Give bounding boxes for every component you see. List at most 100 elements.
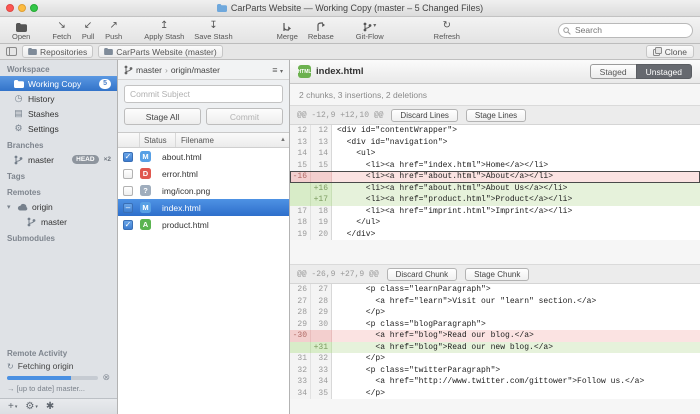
diff-line[interactable]: 19 20 </div>: [290, 229, 700, 241]
table-row[interactable]: – M index.html: [118, 199, 289, 216]
pull-label: Pull: [82, 32, 95, 41]
branch-bar[interactable]: master › origin/master ≡ ▾: [118, 60, 289, 80]
diff-line[interactable]: -30 <a href="blog">Read our blog.</a>: [290, 330, 700, 342]
diff-line[interactable]: 33 34 <a href="http://www.twitter.com/gi…: [290, 376, 700, 388]
discard-chunk-button[interactable]: Discard Chunk: [387, 268, 457, 281]
stage-lines-button[interactable]: Stage Lines: [466, 109, 526, 122]
diff-line[interactable]: 12 12 <div id="contentWrapper">: [290, 125, 700, 137]
stage-chunk-button[interactable]: Stage Chunk: [465, 268, 529, 281]
html-file-icon: HTML: [298, 65, 311, 78]
filename-column-header[interactable]: Filename ▲: [176, 133, 289, 147]
search-input[interactable]: [558, 23, 693, 38]
chevron-down-icon: ▾: [373, 20, 376, 32]
diff-line[interactable]: +17 <li><a href="product.html">Product</…: [290, 194, 700, 206]
sidebar-item-working-copy[interactable]: Working Copy 5: [0, 76, 117, 91]
table-row[interactable]: ? img/icon.png: [118, 182, 289, 199]
diff-line[interactable]: 26 27 <p class="learnParagraph">: [290, 284, 700, 296]
sidebar-item-remote-origin[interactable]: ▾ origin: [0, 199, 117, 214]
sidebar-item-settings[interactable]: ⚙ Settings: [0, 121, 117, 136]
file-checkbox[interactable]: –: [123, 203, 133, 213]
old-line-number: 17: [290, 206, 311, 218]
save-stash-icon: ↧: [209, 20, 217, 32]
branch-label: master: [28, 155, 54, 165]
list-menu-icon[interactable]: ≡ ▾: [272, 65, 283, 75]
table-row[interactable]: ✓ A product.html: [118, 216, 289, 233]
changed-files-badge: 5: [99, 79, 111, 89]
unstaged-tab[interactable]: Unstaged: [636, 64, 692, 79]
gitflow-button[interactable]: ▾ Git-Flow: [351, 17, 389, 43]
workspace-header: Workspace: [0, 60, 117, 76]
table-row[interactable]: D error.html: [118, 165, 289, 182]
merge-button[interactable]: Merge: [272, 17, 303, 43]
diff-line[interactable]: 32 33 <p class="twitterParagraph">: [290, 365, 700, 377]
actions-button[interactable]: ✱: [43, 401, 57, 412]
diff-line[interactable]: 27 28 <a href="learn">Visit our "learn" …: [290, 296, 700, 308]
save-stash-button[interactable]: ↧ Save Stash: [189, 17, 237, 43]
main-area: Workspace Working Copy 5 ◷ History ▤ Sta…: [0, 60, 700, 414]
pathbar: Repositories CarParts Website (master) C…: [0, 44, 700, 60]
diff-line[interactable]: 14 14 <ul>: [290, 148, 700, 160]
pull-icon: ↙: [84, 20, 92, 32]
add-repository-button[interactable]: +▾: [5, 401, 20, 412]
diff-line[interactable]: 31 32 </p>: [290, 353, 700, 365]
minimize-window-button[interactable]: [18, 4, 26, 12]
old-line-number: 31: [290, 353, 311, 365]
file-checkbox[interactable]: [123, 169, 133, 179]
staged-tab[interactable]: Staged: [590, 64, 636, 79]
new-line-number: [311, 171, 332, 183]
cancel-fetch-icon[interactable]: ⊗: [102, 373, 110, 382]
diff-line[interactable]: 29 30 <p class="blogParagraph">: [290, 319, 700, 331]
file-checkbox[interactable]: [123, 186, 133, 196]
file-checkbox[interactable]: ✓: [123, 220, 133, 230]
sidebar-item-stashes[interactable]: ▤ Stashes: [0, 106, 117, 121]
diff-line[interactable]: 13 13 <div id="navigation">: [290, 137, 700, 149]
push-icon: ↗: [109, 20, 117, 32]
checkbox-column-header[interactable]: [118, 133, 140, 147]
breadcrumb-repositories[interactable]: Repositories: [22, 45, 93, 58]
diff-line[interactable]: -16 <li><a href="about.html">About</a></…: [290, 171, 700, 183]
breadcrumb-current-repo[interactable]: CarParts Website (master): [98, 45, 222, 58]
disclosure-triangle-icon[interactable]: ▾: [7, 203, 13, 211]
push-button[interactable]: ↗ Push: [100, 17, 127, 43]
commit-subject-input[interactable]: [124, 85, 283, 103]
clone-button[interactable]: Clone: [646, 45, 694, 58]
folder-icon: [28, 48, 37, 55]
breadcrumb-current-repo-label: CarParts Website (master): [116, 47, 216, 57]
sidebar-item-branch-master[interactable]: master HEAD ×2: [0, 152, 117, 167]
diff-line[interactable]: 17 18 <li><a href="imprint.html">Imprint…: [290, 206, 700, 218]
new-line-number: 32: [311, 353, 332, 365]
pull-button[interactable]: ↙ Pull: [76, 17, 100, 43]
diff-line[interactable]: 34 35 </p>: [290, 388, 700, 400]
zoom-window-button[interactable]: [30, 4, 38, 12]
rebase-button[interactable]: Rebase: [303, 17, 339, 43]
close-window-button[interactable]: [6, 4, 14, 12]
diff-line[interactable]: 18 19 </ul>: [290, 217, 700, 229]
table-row[interactable]: ✓ M about.html: [118, 148, 289, 165]
chunk-range-label: @@ -26,9 +27,9 @@: [297, 270, 379, 279]
file-checkbox[interactable]: ✓: [123, 152, 133, 162]
refresh-button[interactable]: ↻ Refresh: [429, 17, 465, 43]
chevron-right-icon: ›: [165, 65, 168, 75]
diff-line[interactable]: 15 15 <li><a href="index.html">Home</a><…: [290, 160, 700, 172]
chunk-gap: [290, 240, 700, 264]
diff-line[interactable]: +16 <li><a href="about.html">About Us</a…: [290, 183, 700, 195]
diff-line[interactable]: +31 <a href="blog">Read our new blog.</a…: [290, 342, 700, 354]
discard-lines-button[interactable]: Discard Lines: [391, 109, 457, 122]
diff-line[interactable]: 28 29 </p>: [290, 307, 700, 319]
sidebar-item-remote-master[interactable]: master: [0, 214, 117, 229]
apply-stash-button[interactable]: ↥ Apply Stash: [139, 17, 189, 43]
old-line-number: 32: [290, 365, 311, 377]
open-button[interactable]: Open: [7, 17, 35, 43]
filename-column-label: Filename: [181, 136, 214, 145]
sidebar-item-history[interactable]: ◷ History: [0, 91, 117, 106]
sidebar-toggle-icon[interactable]: [6, 47, 17, 56]
settings-button[interactable]: ⚙▾: [22, 401, 40, 412]
stash-icon: ▤: [13, 108, 24, 119]
status-column-header[interactable]: Status: [140, 133, 176, 147]
commit-button[interactable]: Commit: [206, 108, 283, 125]
diff-line-code: <p class="blogParagraph">: [332, 319, 700, 331]
new-line-number: +16: [311, 183, 332, 195]
branch-icon: [13, 155, 24, 165]
stage-all-button[interactable]: Stage All: [124, 108, 201, 125]
fetch-button[interactable]: ↘ Fetch: [47, 17, 76, 43]
